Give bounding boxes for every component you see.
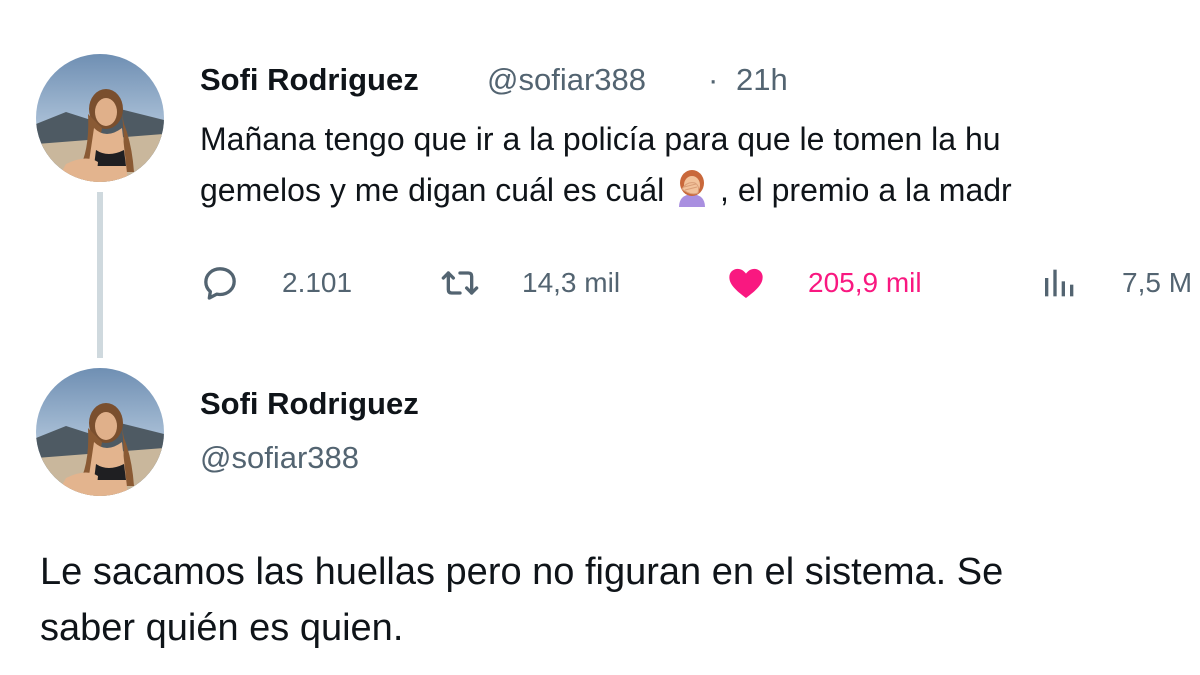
views-count: 7,5 M [1122,267,1193,298]
author-handle[interactable]: @sofiar388 [487,62,646,98]
tweet-thread-page: Sofi Rodriguez @sofiar388 · 21h Mañana t… [0,0,1200,675]
tweet-text-line: saber quién es quien. [40,607,404,649]
avatar[interactable] [36,54,164,182]
tweet-text-line: Le sacamos las huellas pero no figuran e… [40,551,1004,593]
heart-icon [726,263,766,303]
avatar-photo-icon [36,54,164,182]
reply-count: 2.101 [282,267,353,298]
reply-button[interactable]: 2.101 [200,258,352,308]
facepalm-woman-emoji-icon [673,169,711,207]
tweet-action-bar: 2.101 14,3 mil 205,9 mil 7,5 M [200,258,1200,308]
reply-icon [200,263,240,303]
tweet-timestamp[interactable]: 21h [736,62,788,98]
tweet-text-line: gemelos y me digan cuál es cuál , el pre… [200,165,1012,216]
avatar[interactable] [36,368,164,496]
author-handle[interactable]: @sofiar388 [200,440,359,476]
views-button[interactable]: 7,5 M [1040,258,1192,308]
header-separator: · [708,62,719,97]
author-display-name[interactable]: Sofi Rodriguez [200,62,419,98]
tweet-text-segment: , el premio a la madr [711,172,1012,208]
retweet-count: 14,3 mil [522,267,621,298]
tweet-text-segment: gemelos y me digan cuál es cuál [200,172,665,208]
like-button[interactable]: 205,9 mil [726,258,922,308]
views-icon [1040,263,1080,303]
like-count: 205,9 mil [808,267,922,298]
thread-connector-line [97,192,103,358]
retweet-icon [440,263,480,303]
author-display-name[interactable]: Sofi Rodriguez [200,386,419,422]
retweet-button[interactable]: 14,3 mil [440,258,620,308]
tweet-text-line: Mañana tengo que ir a la policía para qu… [200,121,1001,157]
tweet-text: Le sacamos las huellas pero no figuran e… [40,544,1003,656]
tweet-text: Mañana tengo que ir a la policía para qu… [200,114,1012,216]
avatar-photo-icon [36,368,164,496]
